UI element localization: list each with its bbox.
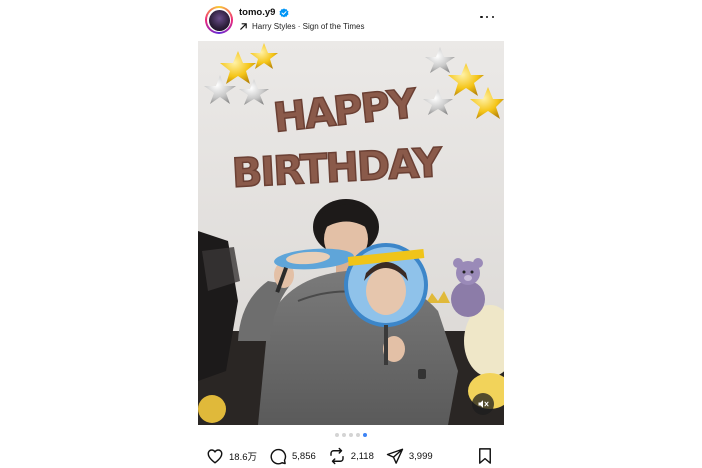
share-button[interactable]: 3,999 xyxy=(386,447,433,465)
post-header: tomo.y9 Harry Styles · Sign of the Times xyxy=(198,5,504,37)
post-photo[interactable]: HAPPY BIRTHDAY xyxy=(198,41,504,425)
avatar[interactable] xyxy=(205,6,233,34)
carousel-dot-active[interactable] xyxy=(363,433,367,437)
username-row: tomo.y9 xyxy=(239,7,289,18)
comment-button[interactable]: 5,856 xyxy=(269,447,316,465)
carousel-dot[interactable] xyxy=(342,433,346,437)
username[interactable]: tomo.y9 xyxy=(239,7,275,18)
bookmark-icon[interactable] xyxy=(476,447,494,465)
carousel-dot[interactable] xyxy=(349,433,353,437)
photo-illustration: HAPPY BIRTHDAY xyxy=(198,41,504,425)
carousel-dot[interactable] xyxy=(335,433,339,437)
share-icon xyxy=(386,448,404,464)
mute-button[interactable] xyxy=(472,393,494,415)
like-button[interactable]: 18.6万 xyxy=(206,447,257,465)
mute-icon xyxy=(478,400,489,408)
comment-icon xyxy=(270,448,287,465)
carousel-dots xyxy=(198,433,504,437)
audio-track[interactable]: Harry Styles · Sign of the Times xyxy=(239,22,364,31)
repost-button[interactable]: 2,118 xyxy=(328,447,374,465)
heart-icon xyxy=(207,449,223,464)
comment-count: 5,856 xyxy=(292,450,316,462)
like-count: 18.6万 xyxy=(229,452,257,463)
instagram-post-card: tomo.y9 Harry Styles · Sign of the Times xyxy=(198,0,504,468)
more-options-button[interactable] xyxy=(480,13,494,21)
action-bar: 18.6万 5,856 2,118 3,999 xyxy=(206,445,445,467)
more-icon xyxy=(480,15,483,19)
verified-badge-icon xyxy=(279,7,289,17)
carousel-dot[interactable] xyxy=(356,433,360,437)
repost-icon xyxy=(330,447,344,465)
share-count: 3,999 xyxy=(408,450,433,462)
audio-track-label: Harry Styles · Sign of the Times xyxy=(252,22,365,31)
repost-count: 2,118 xyxy=(350,450,374,462)
audio-arrow-icon xyxy=(240,23,247,30)
